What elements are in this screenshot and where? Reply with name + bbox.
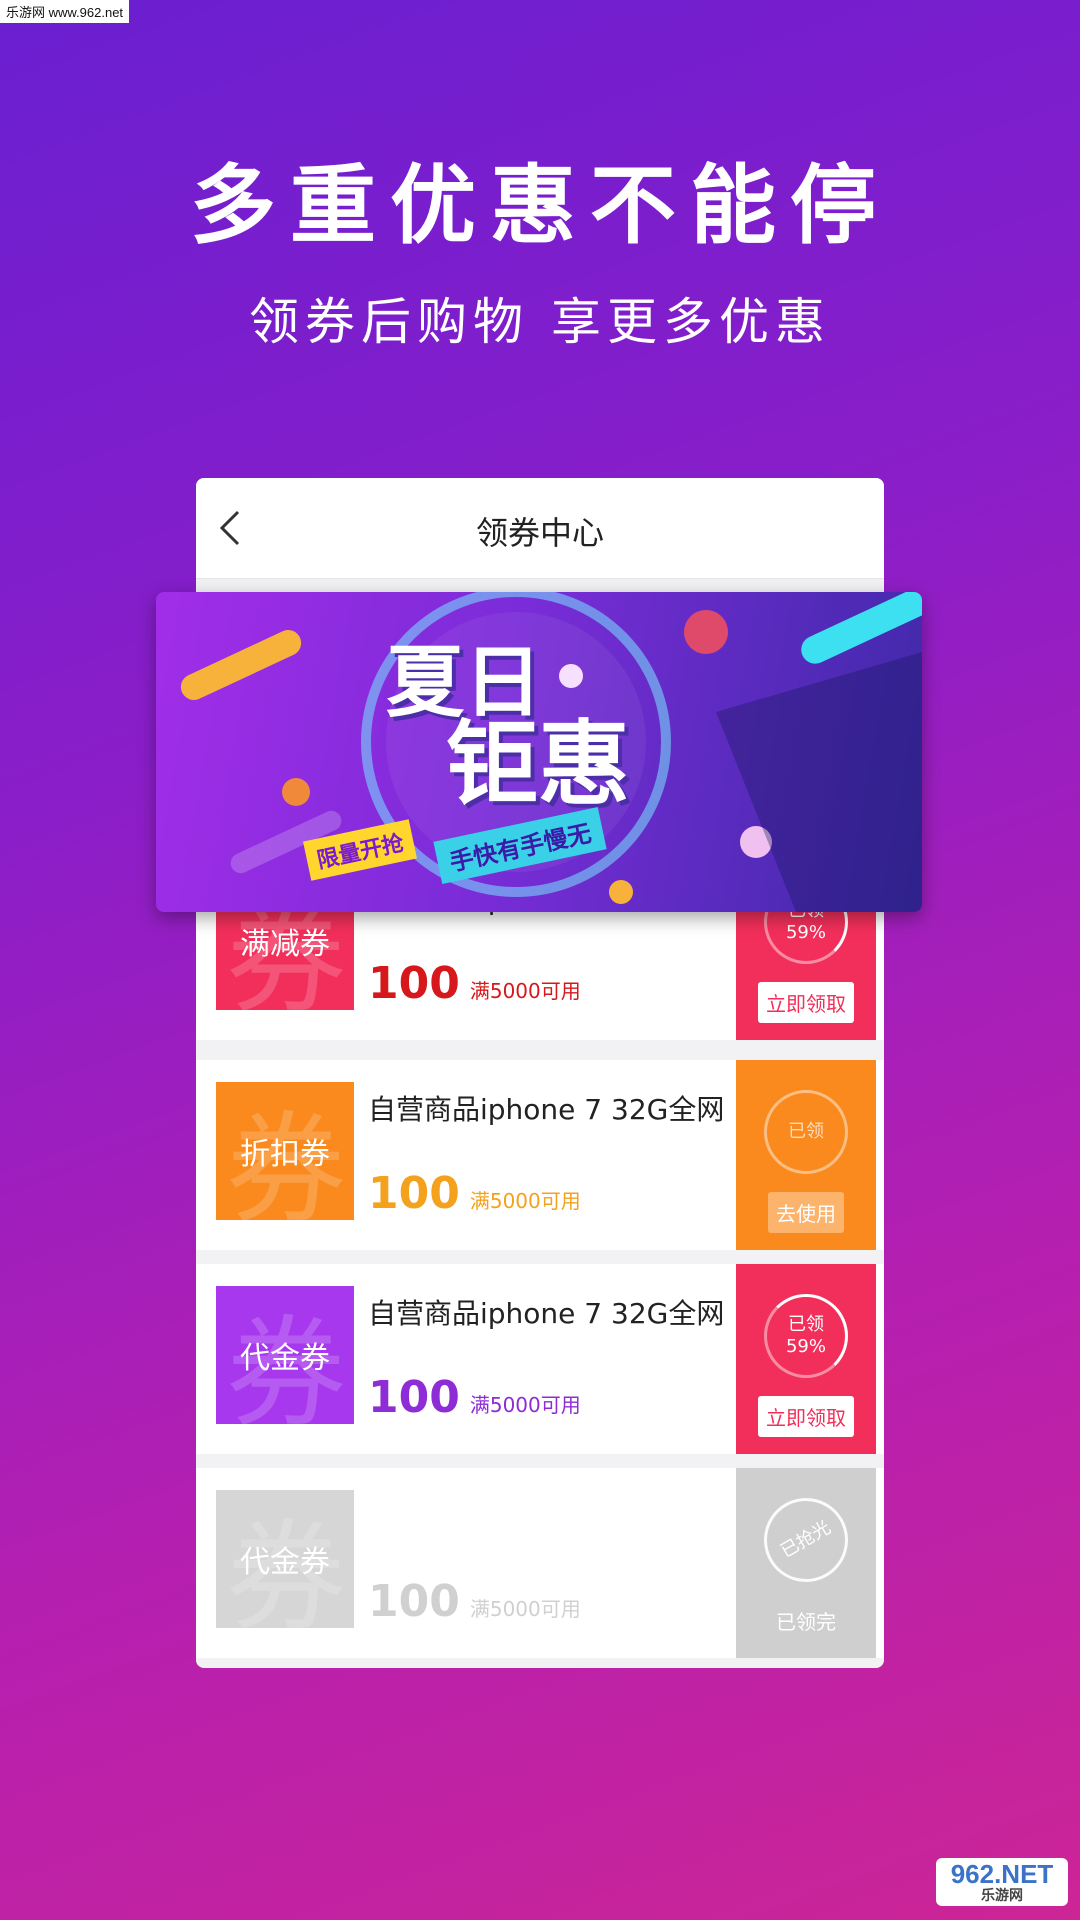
coupon-action-panel: 已抢光 已领完 [736, 1468, 876, 1658]
claim-button[interactable]: 立即领取 [758, 1396, 854, 1437]
site-watermark-name: 乐游网 [981, 1887, 1023, 1903]
coupon-type-label: 代金券 [240, 1545, 330, 1580]
claimed-status: 已领 [788, 1314, 824, 1335]
site-watermark: 962.NET 乐游网 [936, 1858, 1068, 1906]
promo-banner[interactable]: 夏日 钜惠 限量开抢 手快有手慢无 [156, 592, 922, 912]
coupon-type-stub: 券 代金券 [216, 1490, 354, 1628]
site-watermark-logo: 962.NET [950, 1859, 1054, 1889]
coupon-type-label: 折扣券 [240, 1137, 330, 1172]
claimed-status: 已领 [788, 1121, 824, 1142]
coupon-card: 券 代金券 自营商品iphone 7 32G全网 100 满5000可用 已领 … [196, 1264, 884, 1454]
coupon-price: 100 满5000可用 [368, 1168, 581, 1219]
claimed-percent: 59% [785, 1336, 826, 1357]
sold-out-status: 已抢光 [777, 1516, 835, 1563]
coupon-card: 券 折扣券 自营商品iphone 7 32G全网 100 满5000可用 已领 … [196, 1060, 884, 1250]
claimed-progress-ring: 已领 59% [764, 1294, 848, 1378]
sold-out-label: 已领完 [776, 1610, 836, 1634]
coupon-title: 自营商品iphone 7 32G全网 [368, 1297, 725, 1330]
coupon-amount: 100 [368, 1576, 460, 1627]
coupon-amount: 100 [368, 1168, 460, 1219]
coupon-action-panel: 已领 去使用 [736, 1060, 876, 1250]
banner-title: 夏日 钜惠 [386, 642, 631, 818]
promo-headline: 多重优惠不能停 [190, 156, 890, 256]
banner-title-line2: 钜惠 [446, 711, 631, 818]
coupon-type-label: 代金券 [240, 1341, 330, 1376]
coupon-condition: 满5000可用 [469, 1189, 581, 1213]
coupon-condition: 满5000可用 [469, 979, 581, 1003]
nav-bar: 领券中心 [196, 478, 884, 579]
coupon-title: 自营商品iphone 7 32G全网 [368, 1093, 725, 1126]
claimed-percent: 59% [785, 922, 826, 943]
promo-subline: 领券后购物 享更多优惠 [249, 293, 831, 351]
coupon-type-stub: 券 折扣券 [216, 1082, 354, 1220]
page-title: 领券中心 [475, 514, 604, 552]
coupon-price: 100 满5000可用 [368, 1576, 581, 1627]
claim-button[interactable]: 立即领取 [758, 982, 854, 1023]
coupon-condition: 满5000可用 [469, 1393, 581, 1417]
use-button[interactable]: 去使用 [768, 1192, 844, 1233]
sold-out-stamp: 已抢光 [748, 1482, 864, 1598]
coupon-condition: 满5000可用 [469, 1597, 581, 1621]
coupon-type-label: 满减券 [240, 927, 330, 962]
coupon-price: 100 满5000可用 [368, 1372, 581, 1423]
watermark-label: 乐游网 www.962.net [0, 0, 130, 23]
coupon-card: 券 代金券 100 满5000可用 已抢光 已领完 [196, 1468, 884, 1658]
coupon-amount: 100 [368, 1372, 460, 1423]
coupon-amount: 100 [368, 958, 460, 1009]
claimed-stamp: 已领 [764, 1090, 848, 1174]
coupon-action-panel: 已领 59% 立即领取 [736, 1264, 876, 1454]
coupon-price: 100 满5000可用 [368, 958, 581, 1009]
coupon-type-stub: 券 代金券 [216, 1286, 354, 1424]
